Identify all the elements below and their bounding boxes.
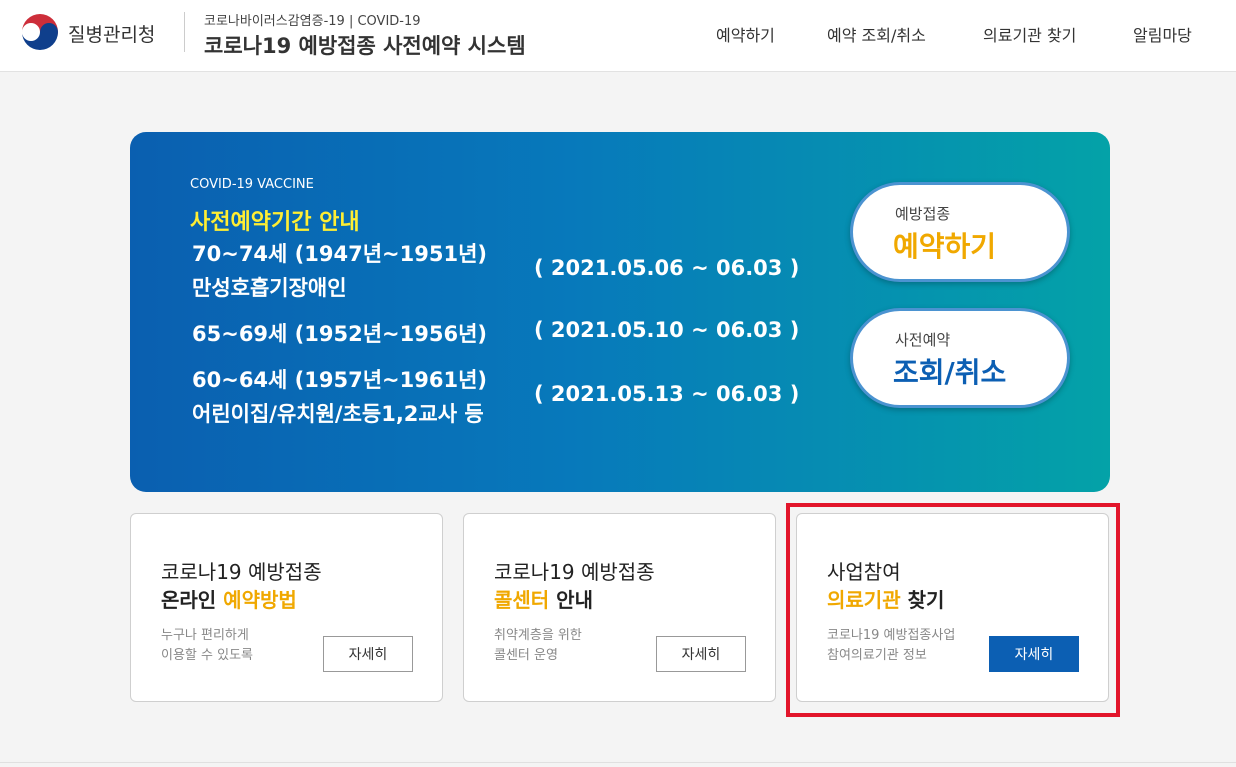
group-2-age: 65~69세 (1952년~1956년) — [192, 322, 487, 346]
reservation-banner: COVID-19 VACCINE 사전예약기간 안내 70~74세 (1947년… — [130, 132, 1110, 492]
highlight-box — [786, 503, 1120, 717]
system-title[interactable]: 코로나19 예방접종 사전예약 시스템 — [204, 30, 526, 60]
footer-divider — [0, 762, 1236, 763]
reserve-button-label: 예약하기 — [893, 230, 997, 263]
card-desc-line: 콜센터 운영 — [494, 648, 558, 663]
card-subtitle: 콜센터 안내 — [494, 584, 593, 613]
reserve-button-caption: 예방접종 — [895, 205, 951, 223]
group-3-age: 60~64세 (1957년~1961년) — [192, 368, 487, 392]
nav-lookup-cancel[interactable]: 예약 조회/취소 — [827, 22, 926, 46]
group-1-age: 70~74세 (1947년~1951년) — [192, 242, 487, 266]
card-subtitle: 온라인 예약방법 — [161, 584, 297, 613]
group-3-extra: 어린이집/유치원/초등1,2교사 등 — [192, 402, 484, 426]
card-description: 취약계층을 위한콜센터 운영 — [494, 626, 582, 666]
lookup-button-caption: 사전예약 — [895, 331, 951, 349]
banner-tag: COVID-19 VACCINE — [190, 177, 314, 192]
group-3-date: ( 2021.05.13 ~ 06.03 ) — [534, 382, 800, 406]
reserve-button[interactable]: 예방접종 예약하기 — [850, 182, 1070, 282]
card-desc-line: 누구나 편리하게 — [161, 628, 249, 643]
group-2-date: ( 2021.05.10 ~ 06.03 ) — [534, 318, 800, 342]
lookup-button-label: 조회/취소 — [893, 356, 1007, 389]
card-subtitle-rest: 안내 — [549, 588, 593, 612]
banner-heading: 사전예약기간 안내 — [190, 210, 360, 235]
agency-name[interactable]: 질병관리청 — [68, 20, 155, 47]
government-logo-icon[interactable] — [20, 12, 60, 52]
card-subtitle-strong: 온라인 — [161, 588, 224, 612]
nav-find-clinic[interactable]: 의료기관 찾기 — [983, 22, 1076, 46]
nav-reserve[interactable]: 예약하기 — [716, 22, 775, 46]
card-title: 코로나19 예방접종 — [494, 560, 655, 584]
card-call-center: 코로나19 예방접종 콜센터 안내 취약계층을 위한콜센터 운영 자세히 — [463, 513, 776, 702]
lookup-cancel-button[interactable]: 사전예약 조회/취소 — [850, 308, 1070, 408]
online-reservation-detail-button[interactable]: 자세히 — [323, 636, 413, 672]
group-1-date: ( 2021.05.06 ~ 06.03 ) — [534, 256, 800, 280]
card-subtitle-accent: 예약방법 — [223, 588, 297, 612]
group-1-extra: 만성호흡기장애인 — [192, 276, 347, 300]
card-desc-line: 취약계층을 위한 — [494, 628, 582, 643]
card-subtitle-accent: 콜센터 — [494, 588, 550, 612]
system-subtitle: 코로나바이러스감염증-19 | COVID-19 — [204, 14, 421, 29]
header: 질병관리청 코로나바이러스감염증-19 | COVID-19 코로나19 예방접… — [0, 0, 1236, 72]
card-online-reservation: 코로나19 예방접종 온라인 예약방법 누구나 편리하게이용할 수 있도록 자세… — [130, 513, 443, 702]
card-title: 코로나19 예방접종 — [161, 560, 322, 584]
call-center-detail-button[interactable]: 자세히 — [656, 636, 746, 672]
card-description: 누구나 편리하게이용할 수 있도록 — [161, 626, 253, 666]
header-divider — [184, 12, 185, 52]
nav-notice[interactable]: 알림마당 — [1133, 22, 1192, 46]
card-desc-line: 이용할 수 있도록 — [161, 648, 253, 663]
